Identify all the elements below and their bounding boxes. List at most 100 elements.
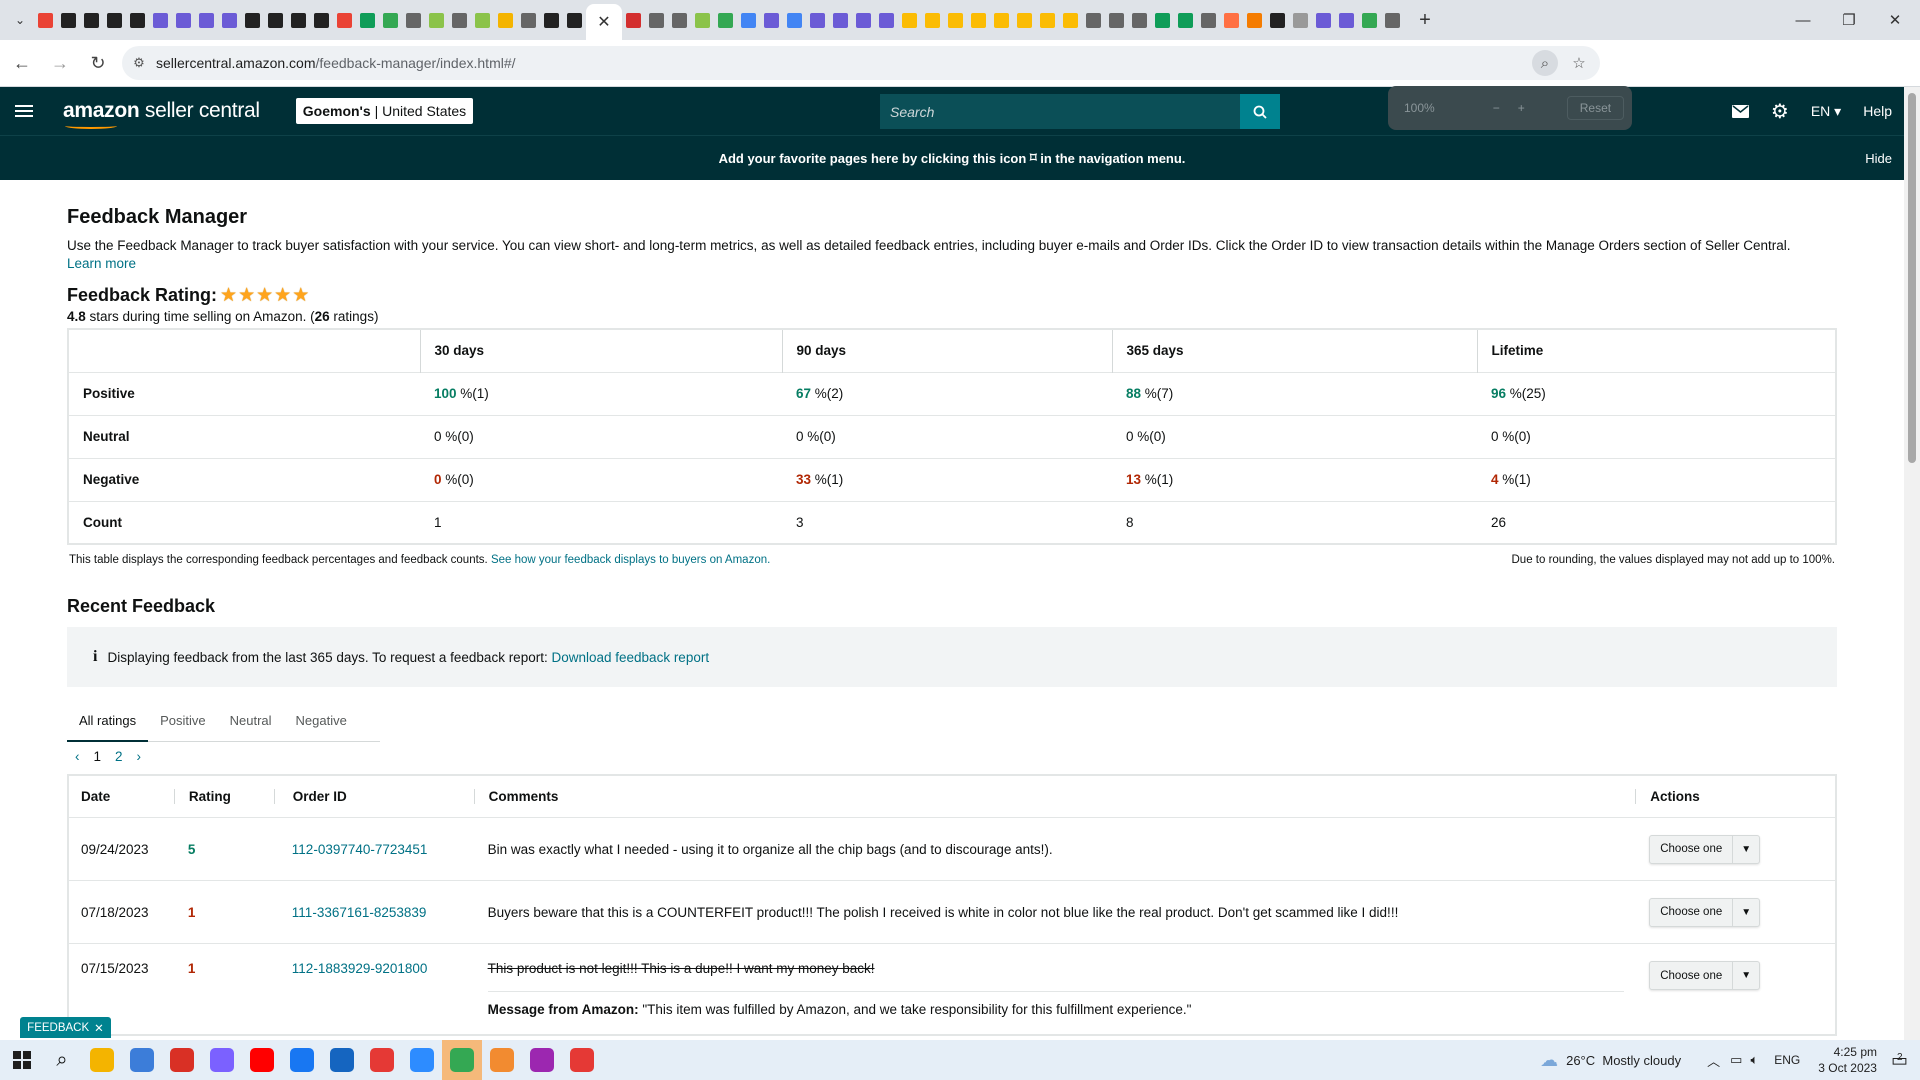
back-icon[interactable]: ← xyxy=(6,47,38,79)
tab-favicon-icon[interactable] xyxy=(715,9,737,31)
clock[interactable]: 4:25 pm 3 Oct 2023 xyxy=(1818,1044,1877,1076)
feedback-widget-tab[interactable]: FEEDBACK ✕ xyxy=(20,1017,111,1038)
tab-favicon-icon[interactable] xyxy=(127,9,149,31)
actions-dropdown[interactable]: Choose one ▼ xyxy=(1649,834,1761,864)
tab-favicon-icon[interactable] xyxy=(541,9,563,31)
tab-all-ratings[interactable]: All ratings xyxy=(67,708,149,742)
windows-start-icon[interactable] xyxy=(2,1040,42,1080)
input-language[interactable]: ENG xyxy=(1774,1053,1800,1067)
tab-favicon-icon[interactable] xyxy=(761,9,783,31)
tab-favicon-icon[interactable] xyxy=(380,9,402,31)
chevron-down-icon[interactable]: ▼ xyxy=(1733,907,1759,918)
taskbar-app-icon[interactable] xyxy=(162,1040,202,1080)
taskbar-app-icon[interactable] xyxy=(402,1040,442,1080)
close-window-icon[interactable]: ✕ xyxy=(1872,0,1918,40)
tab-favicon-icon[interactable] xyxy=(288,9,310,31)
zoom-out-button[interactable]: − xyxy=(1493,101,1500,115)
tab-favicon-icon[interactable] xyxy=(1221,9,1243,31)
tab-favicon-icon[interactable] xyxy=(1290,9,1312,31)
tab-favicon-icon[interactable] xyxy=(1382,9,1404,31)
tab-favicon-icon[interactable] xyxy=(1313,9,1335,31)
tab-positive[interactable]: Positive xyxy=(148,708,218,742)
tab-favicon-icon[interactable] xyxy=(830,9,852,31)
tab-favicon-icon[interactable] xyxy=(58,9,80,31)
taskbar-app-icon[interactable] xyxy=(522,1040,562,1080)
order-id-link[interactable]: 112-1883929-9201800 xyxy=(292,961,428,976)
bookmark-star-icon[interactable]: ☆ xyxy=(1566,50,1592,76)
tab-favicon-icon[interactable] xyxy=(357,9,379,31)
taskbar-app-icon[interactable] xyxy=(442,1040,482,1080)
tab-favicon-icon[interactable] xyxy=(426,9,448,31)
reload-icon[interactable]: ↻ xyxy=(82,47,114,79)
tab-favicon-icon[interactable] xyxy=(495,9,517,31)
seller-central-logo[interactable]: amazon seller central xyxy=(63,99,260,129)
taskbar-app-icon[interactable] xyxy=(562,1040,602,1080)
minimize-icon[interactable]: — xyxy=(1780,0,1826,40)
hamburger-menu-icon[interactable] xyxy=(15,105,33,117)
zoom-reset-button[interactable]: Reset xyxy=(1566,96,1625,120)
taskbar-search-icon[interactable]: ⌕ xyxy=(42,1040,82,1080)
help-link[interactable]: Help xyxy=(1863,103,1892,119)
tab-favicon-icon[interactable] xyxy=(1336,9,1358,31)
prev-page-icon[interactable]: ‹ xyxy=(75,749,80,764)
download-report-link[interactable]: Download feedback report xyxy=(551,650,709,665)
tab-favicon-icon[interactable] xyxy=(1198,9,1220,31)
tab-favicon-icon[interactable] xyxy=(518,9,540,31)
chevron-down-icon[interactable]: ▼ xyxy=(1733,844,1759,855)
language-selector[interactable]: EN ▾ xyxy=(1811,103,1841,120)
weather-icon[interactable]: ☁ xyxy=(1540,1050,1558,1071)
tab-negative[interactable]: Negative xyxy=(284,708,359,742)
page-1[interactable]: 1 xyxy=(94,749,102,764)
tab-favicon-icon[interactable] xyxy=(1152,9,1174,31)
taskbar-app-icon[interactable] xyxy=(322,1040,362,1080)
learn-more-link[interactable]: Learn more xyxy=(67,256,136,271)
tab-favicon-icon[interactable] xyxy=(334,9,356,31)
tab-favicon-icon[interactable] xyxy=(784,9,806,31)
tab-close-icon[interactable]: ✕ xyxy=(597,12,610,32)
active-tab[interactable]: ✕ xyxy=(586,4,622,40)
tab-favicon-icon[interactable] xyxy=(646,9,668,31)
taskbar-app-icon[interactable] xyxy=(362,1040,402,1080)
forward-icon[interactable]: → xyxy=(44,47,76,79)
tab-favicon-icon[interactable] xyxy=(876,9,898,31)
new-tab-icon[interactable]: + xyxy=(1412,7,1438,33)
taskbar-app-icon[interactable] xyxy=(482,1040,522,1080)
tab-favicon-icon[interactable] xyxy=(623,9,645,31)
account-switcher[interactable]: Goemon's | United States xyxy=(295,98,474,124)
tab-favicon-icon[interactable] xyxy=(564,9,586,31)
chevron-down-icon[interactable]: ▼ xyxy=(1733,970,1759,981)
tab-favicon-icon[interactable] xyxy=(35,9,57,31)
tab-favicon-icon[interactable] xyxy=(991,9,1013,31)
taskbar-app-icon[interactable] xyxy=(122,1040,162,1080)
search-input[interactable] xyxy=(880,94,1240,129)
zoom-icon[interactable]: ⌕ xyxy=(1532,50,1558,76)
tab-search-icon[interactable]: ⌄ xyxy=(6,6,34,34)
tab-favicon-icon[interactable] xyxy=(692,9,714,31)
tab-favicon-icon[interactable] xyxy=(669,9,691,31)
actions-dropdown[interactable]: Choose one ▼ xyxy=(1649,961,1761,990)
tab-favicon-icon[interactable] xyxy=(81,9,103,31)
restore-icon[interactable]: ❐ xyxy=(1826,0,1872,40)
taskbar-app-icon[interactable] xyxy=(202,1040,242,1080)
notifications-icon[interactable]: ▭ 2 xyxy=(1891,1050,1908,1071)
tab-favicon-icon[interactable] xyxy=(242,9,264,31)
order-id-link[interactable]: 112-0397740-7723451 xyxy=(292,842,428,857)
tab-favicon-icon[interactable] xyxy=(1129,9,1151,31)
taskbar-app-icon[interactable] xyxy=(242,1040,282,1080)
tab-favicon-icon[interactable] xyxy=(1106,9,1128,31)
tab-favicon-icon[interactable] xyxy=(853,9,875,31)
url-field[interactable]: ⚙ sellercentral.amazon.com/feedback-mana… xyxy=(122,46,1600,80)
mail-icon[interactable] xyxy=(1731,104,1749,118)
site-info-icon[interactable]: ⚙ xyxy=(122,55,156,71)
tab-favicon-icon[interactable] xyxy=(265,9,287,31)
scroll-thumb[interactable] xyxy=(1908,93,1916,463)
tab-favicon-icon[interactable] xyxy=(968,9,990,31)
tab-favicon-icon[interactable] xyxy=(219,9,241,31)
tab-favicon-icon[interactable] xyxy=(196,9,218,31)
zoom-in-button[interactable]: + xyxy=(1518,101,1525,115)
tab-favicon-icon[interactable] xyxy=(738,9,760,31)
tab-favicon-icon[interactable] xyxy=(403,9,425,31)
next-page-icon[interactable]: › xyxy=(137,749,142,764)
network-icon[interactable]: ▭ xyxy=(1730,1052,1742,1068)
tab-favicon-icon[interactable] xyxy=(1014,9,1036,31)
